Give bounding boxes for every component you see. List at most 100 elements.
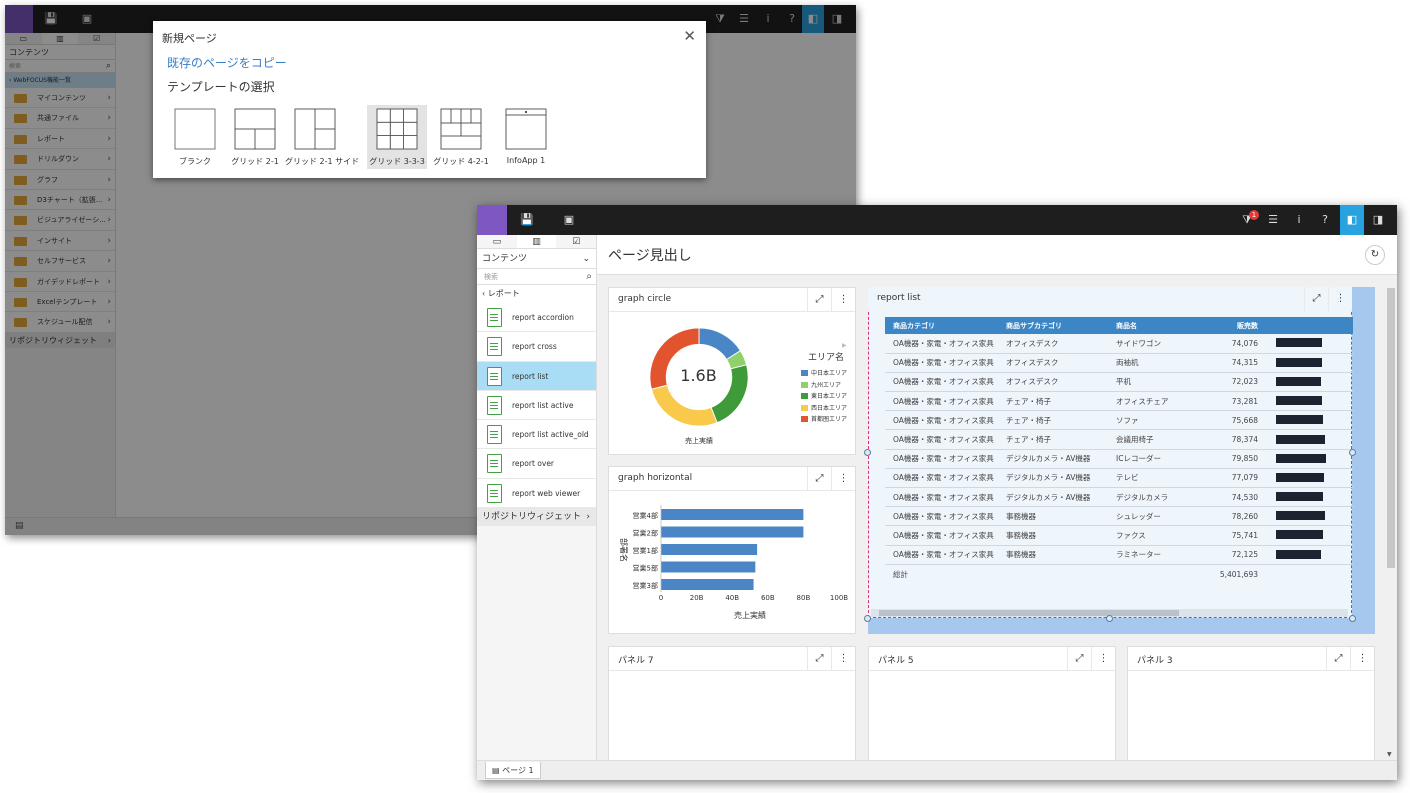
template-option[interactable]: グリッド 2-1 サイド [285,105,359,169]
table-row[interactable]: OA機器・家電・オフィス家具オフィスデスク平机72,023¥1 [885,372,1353,393]
table-cell: 74,315 [1231,358,1258,368]
panel-graph-horizontal[interactable]: graph horizontal ⤢ ⋮ 営業4部 営業2部 営業1部 営業5部 営業3… [608,466,856,634]
table-cell: チェア・椅子 [998,410,1108,431]
more-options-icon[interactable]: ⋮ [831,288,855,312]
panel-title: report list [877,293,921,303]
report-file-icon [487,308,502,327]
report-item[interactable]: report list active [477,390,596,421]
total-value: 5,401,693 [1219,569,1258,579]
table-row[interactable]: OA機器・家電・オフィス家具事務機器ラミネーター72,125¥1 [885,545,1353,565]
report-item[interactable]: report list [477,361,596,391]
help-icon[interactable]: ? [1307,205,1343,235]
save-icon[interactable]: 💾 [509,205,545,235]
resize-handle[interactable] [864,615,871,622]
table-row[interactable]: OA機器・家電・オフィス家具デジタルカメラ・AV機器テレビ77,079¥2 [885,468,1353,489]
maximize-icon[interactable]: ⤢ [1326,647,1350,671]
table-row[interactable]: OA機器・家電・オフィス家具デジタルカメラ・AV機器ICレコーダー79,850¥ [885,449,1353,469]
page-title[interactable]: ページ見出し [608,245,692,265]
resize-handle[interactable] [864,449,871,456]
right-panel-toggle-icon[interactable]: ◨ [1365,205,1391,235]
more-options-icon[interactable]: ⋮ [831,467,855,491]
table-cell: OA機器・家電・オフィス家具 [885,334,998,354]
more-options-icon[interactable]: ⋮ [1328,287,1352,311]
bar[interactable] [661,544,758,555]
table-cell: 77,079 [1231,473,1258,483]
report-item-label: report list active [512,400,574,410]
table-cell: 74,530 [1231,492,1258,502]
report-item[interactable]: report over [477,449,596,479]
more-options-icon[interactable]: ⋮ [831,647,855,671]
repository-widget-header[interactable]: リポジトリウィジェット › [477,508,596,527]
template-thumbnail-icon [505,108,547,150]
panel-report-list[interactable]: report list ⤢ ⋮ 商品カテゴリ 商品サブカテゴリ 商品名 販売数 OA機器… [864,287,1375,634]
maximize-icon[interactable]: ⤢ [1304,287,1328,311]
template-option[interactable]: InfoApp 1 [496,105,556,169]
chevron-right-icon: › [586,512,590,523]
search-input[interactable]: 検索 ⌕ [477,269,596,285]
bar[interactable] [661,526,804,538]
left-panel-toggle-icon[interactable]: ◧ [1340,205,1364,235]
more-options-icon[interactable]: ⋮ [1091,647,1115,671]
table-row[interactable]: OA機器・家電・オフィス家具デジタルカメラ・AV機器デジタルカメラ74,530¥… [885,487,1353,508]
column-header[interactable]: 商品サブカテゴリ [998,317,1108,334]
refresh-icon[interactable]: ↻ [1365,245,1385,265]
maximize-icon[interactable]: ⤢ [807,647,831,671]
bar[interactable] [661,509,804,520]
table-cell: OA機器・家電・オフィス家具 [893,511,994,521]
template-option[interactable]: ブランク [165,105,225,169]
maximize-icon[interactable]: ⤢ [1067,647,1091,671]
page-tab[interactable]: ▤ ページ 1 [485,762,541,779]
panel-graph-circle[interactable]: graph circle ⤢ ⋮ 1.6B 売上実績 エリア名 ▶ 中日本エリア… [608,287,856,455]
template-label: グリッド 2-1 [231,157,279,166]
column-header[interactable]: 販売数 [1208,317,1268,334]
more-options-icon[interactable]: ⋮ [1350,647,1374,671]
table-cell: 両袖机 [1116,358,1139,368]
table-row[interactable]: OA機器・家電・オフィス家具オフィスデスクサイドワゴン74,076¥ [885,334,1353,354]
donut-slice[interactable] [650,384,718,427]
maximize-icon[interactable]: ⤢ [807,467,831,491]
resize-handle[interactable] [1349,615,1356,622]
table-row[interactable]: OA機器・家電・オフィス家具チェア・椅子ソファ75,668¥4 [885,410,1353,431]
search-icon[interactable]: ⌕ [586,269,592,285]
column-header[interactable]: 商品カテゴリ [885,317,998,334]
resize-handle[interactable] [1349,449,1356,456]
app-logo-icon[interactable] [477,205,507,235]
legend-item[interactable]: 東日本エリア [801,391,847,400]
template-option[interactable]: グリッド 3-3-3 [367,105,427,169]
panel-7[interactable]: パネル 7 ⤢ ⋮ [608,646,856,766]
tab-layout[interactable]: ▭ [477,235,517,248]
maximize-icon[interactable]: ⤢ [807,288,831,312]
table-row[interactable]: OA機器・家電・オフィス家具オフィスデスク両袖机74,315¥3 [885,353,1353,373]
column-header[interactable]: 商品名 [1108,317,1208,334]
table-row[interactable]: OA機器・家電・オフィス家具チェア・椅子オフィスチェア73,281¥1 [885,391,1353,412]
copy-existing-page-link[interactable]: 既存のページをコピー [167,54,287,71]
resize-handle[interactable] [1106,615,1113,622]
template-option[interactable]: グリッド 4-2-1 [431,105,491,169]
table-row[interactable]: OA機器・家電・オフィス家具事務機器シュレッダー78,260¥3 [885,506,1353,527]
legend-item[interactable]: 九州エリア [801,380,841,389]
column-header[interactable] [1268,317,1353,334]
report-item[interactable]: report list active_old [477,420,596,450]
preview-icon[interactable]: ▣ [551,205,587,235]
table-row[interactable]: OA機器・家電・オフィス家具事務機器ファクス75,741¥ [885,525,1353,546]
template-option[interactable]: グリッド 2-1 [225,105,285,169]
legend-item[interactable]: 首都圏エリア [801,414,847,423]
report-item[interactable]: report web viewer [477,478,596,509]
legend-arrow-icon[interactable]: ▶ [842,342,847,349]
tab-content[interactable]: ▥ [516,235,557,248]
legend-item[interactable]: 中日本エリア [801,368,847,377]
breadcrumb[interactable]: ‹ レポート [477,285,596,303]
x-tick-label: 100B [830,594,848,602]
tab-properties[interactable]: ☑ [556,235,596,248]
bar[interactable] [661,561,756,573]
close-icon[interactable]: ✕ [683,27,696,45]
report-item[interactable]: report accordion [477,303,596,333]
table-row[interactable]: OA機器・家電・オフィス家具チェア・椅子会議用椅子78,374¥ [885,429,1353,450]
bar[interactable] [661,579,754,590]
report-item[interactable]: report cross [477,332,596,362]
panel-5[interactable]: パネル 5 ⤢ ⋮ [868,646,1116,766]
content-header[interactable]: コンテンツ ⌄ [477,249,596,269]
vertical-scrollbar[interactable]: ▼ [1387,280,1395,760]
legend-item[interactable]: 西日本エリア [801,403,847,412]
panel-3[interactable]: パネル 3 ⤢ ⋮ [1127,646,1375,766]
